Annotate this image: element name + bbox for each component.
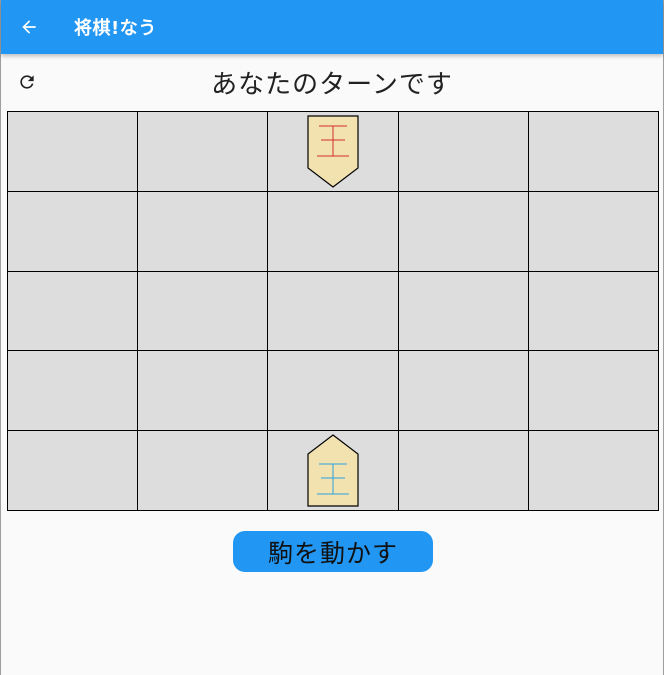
board-cell-2-0[interactable] bbox=[8, 271, 139, 352]
board-cell-3-1[interactable] bbox=[138, 351, 269, 432]
opponent-king-label: 王 bbox=[306, 188, 307, 189]
board-cell-4-3[interactable] bbox=[398, 431, 529, 511]
opponent-king-shape bbox=[307, 115, 359, 189]
board-cell-2-3[interactable] bbox=[398, 271, 529, 352]
player-king-shape bbox=[307, 433, 359, 507]
board-cell-3-4[interactable] bbox=[528, 351, 659, 432]
player-king-label: 王 bbox=[306, 508, 307, 509]
board-cell-2-1[interactable] bbox=[138, 271, 269, 352]
arrow-back-icon bbox=[22, 20, 36, 34]
back-button[interactable] bbox=[1, 0, 57, 54]
board-cell-1-2[interactable] bbox=[268, 191, 399, 272]
opponent-king[interactable]: 王 bbox=[306, 114, 360, 189]
app-bar: 将棋!なう bbox=[1, 0, 663, 54]
turn-message: あなたのターンです bbox=[211, 70, 453, 100]
move-piece-button[interactable]: 駒を動かす bbox=[233, 531, 433, 572]
board-cell-0-2[interactable]: 王 bbox=[268, 112, 399, 192]
board-cell-0-0[interactable] bbox=[8, 112, 139, 192]
board-cell-2-4[interactable] bbox=[528, 271, 659, 352]
board-cell-3-2[interactable] bbox=[268, 351, 399, 432]
shogi-board: 王王 bbox=[7, 111, 659, 511]
app-title: 将棋!なう bbox=[74, 18, 157, 39]
board-cell-0-4[interactable] bbox=[528, 112, 659, 192]
board-cell-4-0[interactable] bbox=[8, 431, 139, 511]
board-cell-1-1[interactable] bbox=[138, 191, 269, 272]
board-cell-3-3[interactable] bbox=[398, 351, 529, 432]
player-king[interactable]: 王 bbox=[306, 433, 360, 509]
board-cell-2-2[interactable] bbox=[268, 271, 399, 352]
board-cell-1-3[interactable] bbox=[398, 191, 529, 272]
board-cell-4-2[interactable]: 王 bbox=[268, 431, 399, 511]
board-cell-1-4[interactable] bbox=[528, 191, 659, 272]
board-cell-0-1[interactable] bbox=[138, 112, 269, 192]
board-cell-0-3[interactable] bbox=[398, 112, 529, 192]
board-cell-4-4[interactable] bbox=[528, 431, 659, 511]
app-window: 将棋!なう あなたのターンです 王王 駒を動かす bbox=[0, 0, 664, 675]
board-cell-3-0[interactable] bbox=[8, 351, 139, 432]
status-row: あなたのターンです bbox=[1, 54, 663, 110]
board-cell-4-1[interactable] bbox=[138, 431, 269, 511]
board-cell-1-0[interactable] bbox=[8, 191, 139, 272]
